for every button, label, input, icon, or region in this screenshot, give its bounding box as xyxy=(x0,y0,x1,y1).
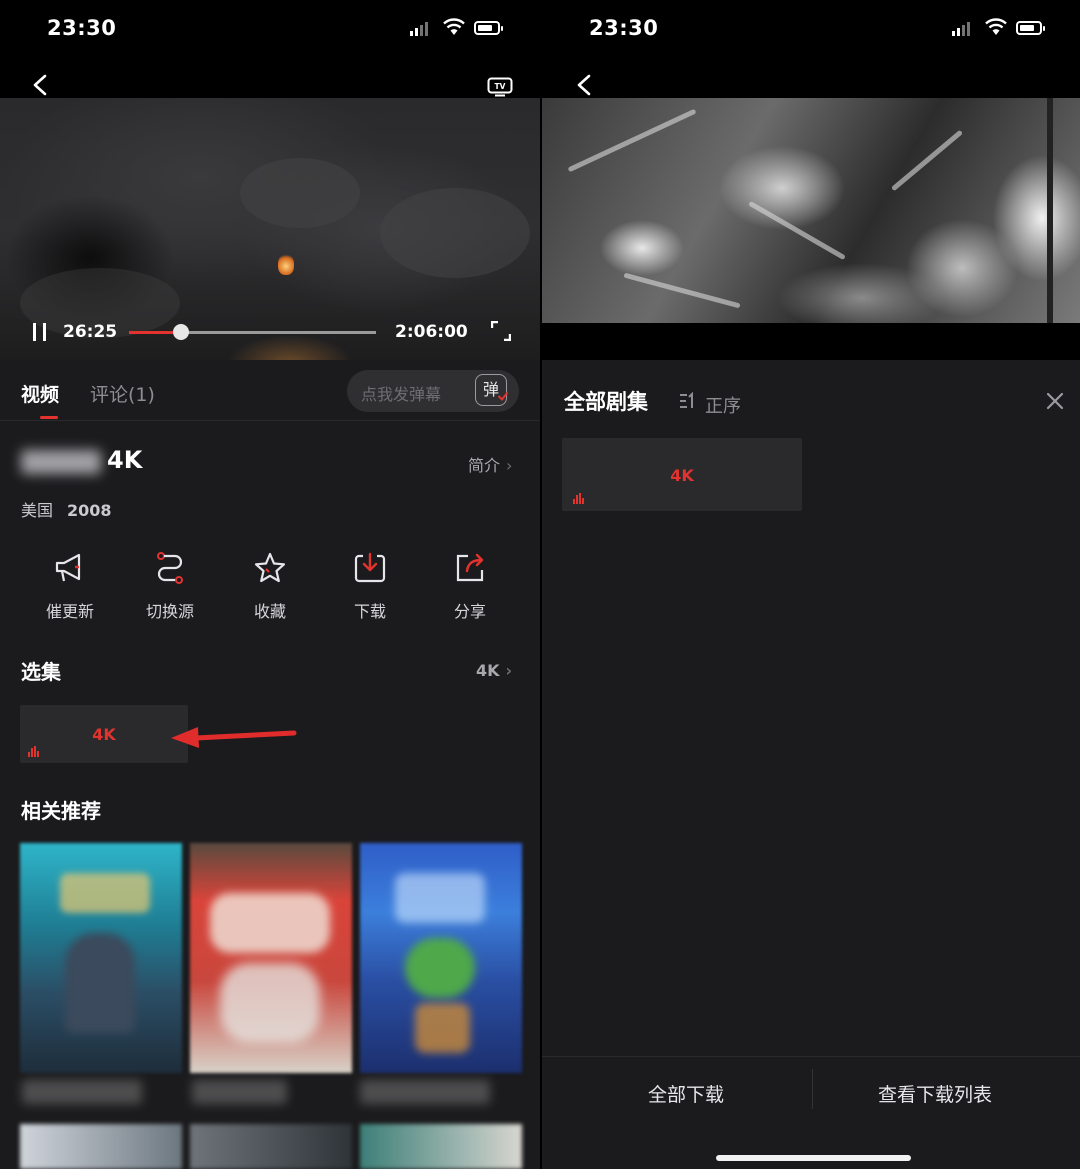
video-player[interactable] xyxy=(542,98,1080,323)
status-time: 23:30 xyxy=(589,16,659,40)
megaphone-icon xyxy=(55,553,81,582)
action-bar: 催更新 切换源 收藏 下载 分享 xyxy=(20,548,520,628)
footer-divider xyxy=(812,1069,813,1109)
related-poster-4[interactable] xyxy=(20,1124,182,1169)
nav-bar xyxy=(0,60,540,98)
episode-card[interactable]: 4K xyxy=(562,438,802,511)
fullscreen-icon[interactable] xyxy=(491,321,511,341)
episode-panel-footer: 全部下载 查看下载列表 xyxy=(542,1056,1080,1127)
nav-bar xyxy=(542,60,1080,98)
danmaku-placeholder: 点我发弹幕 xyxy=(361,385,442,404)
related-poster-2[interactable] xyxy=(190,843,352,1073)
movie-meta: 美国 2008 xyxy=(21,497,112,521)
cellular-signal-icon xyxy=(410,22,430,36)
wifi-icon xyxy=(985,18,1007,35)
duration: 2:06:00 xyxy=(395,322,468,342)
sort-order-label[interactable]: 正序 xyxy=(705,392,741,418)
playing-bars-icon xyxy=(573,493,585,504)
switch-source-icon xyxy=(157,552,183,584)
action-download[interactable]: 下载 xyxy=(320,548,420,628)
movie-year: 2008 xyxy=(67,501,112,520)
playing-bars-icon xyxy=(28,746,40,757)
action-switch-source[interactable]: 切换源 xyxy=(120,548,220,628)
right-screen: 23:30 全部剧集 正序 4K 全部下载 查看下载列表 xyxy=(542,0,1080,1169)
action-label: 收藏 xyxy=(253,602,286,621)
current-time: 26:25 xyxy=(63,322,118,342)
cellular-signal-icon xyxy=(952,22,972,36)
download-all-button[interactable]: 全部下载 xyxy=(648,1080,724,1107)
action-share[interactable]: 分享 xyxy=(420,548,520,628)
progress-bar[interactable] xyxy=(129,324,376,340)
chevron-right-icon: › xyxy=(506,456,513,475)
action-label: 分享 xyxy=(453,602,486,621)
action-urge-update[interactable]: 催更新 xyxy=(20,548,120,628)
chevron-right-icon: › xyxy=(505,661,513,680)
red-arrow-annotation xyxy=(171,727,297,748)
action-label: 催更新 xyxy=(45,602,94,621)
movie-title-suffix: 4K xyxy=(107,446,143,474)
battery-icon xyxy=(474,21,503,35)
action-label: 下载 xyxy=(353,602,386,621)
episodes-section-title: 选集 xyxy=(21,660,61,684)
tab-video[interactable]: 视频 xyxy=(21,380,59,407)
intro-link[interactable]: 简介 › xyxy=(468,452,512,476)
episode-panel-title: 全部剧集 xyxy=(564,390,648,414)
wifi-icon xyxy=(443,18,465,35)
active-tab-indicator xyxy=(40,416,58,419)
tv-cast-icon[interactable]: TV xyxy=(487,77,513,97)
episode-label: 4K xyxy=(92,725,116,744)
related-posters xyxy=(20,843,522,1073)
intro-label: 简介 xyxy=(468,456,501,475)
home-indicator xyxy=(716,1155,911,1161)
episode-card[interactable]: 4K xyxy=(20,705,188,763)
back-arrow-icon[interactable] xyxy=(574,74,596,96)
share-icon xyxy=(456,553,484,582)
related-poster-6[interactable] xyxy=(360,1124,522,1169)
sort-order-icon[interactable] xyxy=(679,392,697,410)
related-section-title: 相关推荐 xyxy=(21,799,101,823)
tab-comments[interactable]: 评论(1) xyxy=(90,380,155,407)
episodes-more-label: 4K xyxy=(476,661,500,680)
related-poster-1[interactable] xyxy=(20,843,182,1073)
related-poster-5[interactable] xyxy=(190,1124,352,1169)
left-screen: 23:30 TV 26:25 2:06:00 视频 评论(1) 点我发弹幕 弹 … xyxy=(0,0,540,1169)
episode-label: 4K xyxy=(670,466,694,485)
movie-region: 美国 xyxy=(21,501,54,520)
status-bar: 23:30 xyxy=(542,0,1080,60)
star-icon xyxy=(254,552,286,583)
download-icon xyxy=(354,552,386,583)
related-caption-blurred xyxy=(22,1080,142,1104)
close-icon[interactable] xyxy=(1045,391,1065,411)
svg-text:TV: TV xyxy=(495,82,506,91)
check-icon xyxy=(497,391,509,402)
status-bar: 23:30 xyxy=(0,0,540,60)
related-caption-blurred xyxy=(360,1080,490,1104)
back-arrow-icon[interactable] xyxy=(30,74,52,96)
episode-panel-header: 全部剧集 正序 xyxy=(542,362,1080,432)
pause-icon[interactable] xyxy=(33,323,49,341)
danmaku-input[interactable]: 点我发弹幕 弹 xyxy=(347,370,519,412)
related-poster-3[interactable] xyxy=(360,843,522,1073)
action-label: 切换源 xyxy=(145,602,194,621)
progress-knob[interactable] xyxy=(172,324,189,340)
video-letterbox xyxy=(542,323,1080,360)
battery-icon xyxy=(1016,21,1045,35)
blurred-movie-name xyxy=(21,450,101,474)
player-controls: 26:25 2:06:00 xyxy=(0,318,540,348)
campfire xyxy=(278,253,294,275)
episodes-more-link[interactable]: 4K › xyxy=(476,661,512,680)
status-time: 23:30 xyxy=(47,16,117,40)
view-download-list-button[interactable]: 查看下载列表 xyxy=(878,1080,992,1107)
action-favorite[interactable]: 收藏 xyxy=(220,548,320,628)
related-caption-blurred xyxy=(192,1080,287,1104)
